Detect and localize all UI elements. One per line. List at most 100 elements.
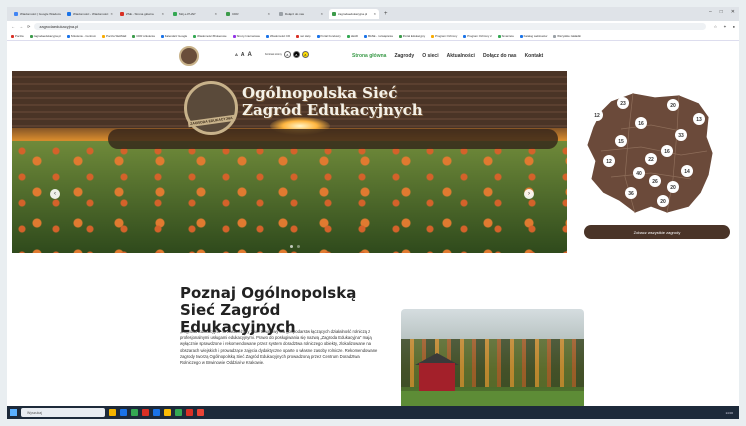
tab-favicon-icon: [332, 12, 336, 16]
region-count-badge[interactable]: 36: [625, 187, 637, 199]
slider-dot[interactable]: [290, 245, 293, 248]
bookmark-item[interactable]: net Help: [296, 34, 311, 38]
reload-icon[interactable]: ⟳: [27, 24, 30, 29]
bookmark-item[interactable]: Program Ochrony 2: [463, 34, 492, 38]
region-count-badge[interactable]: 20: [657, 195, 669, 207]
forward-icon[interactable]: →: [19, 24, 23, 29]
taskbar-app-icon[interactable]: [153, 409, 160, 416]
region-count-badge[interactable]: 12: [603, 155, 615, 167]
count-badge-value: 20: [670, 185, 676, 191]
region-count-badge[interactable]: 20: [667, 181, 679, 193]
bookmark-item[interactable]: Poczta: [11, 34, 24, 38]
browser-tab[interactable]: Mój e-PUAP ✕: [170, 9, 220, 19]
taskbar-app-icon[interactable]: [164, 409, 171, 416]
bookmark-item[interactable]: Szkolenie - Centrum: [66, 34, 96, 38]
extensions-icon[interactable]: ✦: [723, 24, 726, 29]
region-count-badge[interactable]: 16: [661, 145, 673, 157]
region-count-badge[interactable]: 23: [617, 97, 629, 109]
slider-dot[interactable]: [297, 245, 300, 248]
tab-close-icon[interactable]: ✕: [373, 12, 376, 16]
bookmark-item[interactable]: LEAD: [346, 34, 358, 38]
back-icon[interactable]: ←: [11, 24, 15, 29]
tab-close-icon[interactable]: ✕: [110, 12, 113, 16]
browser-tab[interactable]: Wiadomości | Google Wiadomości✕: [11, 9, 61, 19]
close-window-icon[interactable]: ✕: [731, 9, 735, 15]
browser-tab[interactable]: zagrodaedukacyjna.pl ✕: [329, 9, 379, 19]
maximize-icon[interactable]: □: [720, 9, 723, 15]
emblem-label: ZAGRODA EDUKACYJNA: [187, 114, 235, 128]
minimize-icon[interactable]: –: [709, 9, 712, 15]
region-count-badge[interactable]: 13: [693, 113, 705, 125]
menu-o-sieci[interactable]: O sieci: [422, 53, 438, 59]
font-large-button[interactable]: A: [248, 52, 252, 58]
menu-home[interactable]: Strona główna: [352, 53, 386, 59]
taskbar-search[interactable]: Wyszukaj: [21, 408, 105, 417]
tab-close-icon[interactable]: ✕: [267, 12, 270, 16]
bookmark-item[interactable]: Kalendarz Google: [160, 34, 187, 38]
site-logo[interactable]: [179, 46, 199, 66]
taskbar-app-icon[interactable]: [142, 409, 149, 416]
tab-title: Wiadomości - Wiadomości: [73, 12, 109, 16]
bookmark-item[interactable]: zagrodaedukacyjna.pl: [29, 34, 61, 38]
windows-start-icon[interactable]: [10, 409, 17, 416]
count-badge-value: 23: [620, 101, 626, 107]
region-count-badge[interactable]: 16: [635, 117, 647, 129]
font-medium-button[interactable]: A: [241, 52, 245, 58]
browser-tab[interactable]: CDR ✕: [223, 9, 273, 19]
region-count-badge[interactable]: 15: [615, 135, 627, 147]
region-count-badge[interactable]: 40: [633, 167, 645, 179]
taskbar-app-icon[interactable]: [175, 409, 182, 416]
region-count-badge[interactable]: 20: [667, 99, 679, 111]
bookmark-item[interactable]: Portal Edukacyjny: [398, 34, 425, 38]
bookmark-item[interactable]: Poczta WebMail: [102, 34, 126, 38]
contrast-default-button[interactable]: A: [283, 51, 291, 58]
menu-kontakt[interactable]: Kontakt: [525, 53, 544, 59]
taskbar-app-icon[interactable]: [120, 409, 127, 416]
contrast-yellow-button[interactable]: A: [301, 51, 309, 58]
contrast-controls: Kontrast strony A A A: [265, 51, 309, 58]
menu-zagrody[interactable]: Zagrody: [394, 53, 414, 59]
slider-prev-button[interactable]: ‹: [50, 189, 60, 199]
taskbar: Wyszukaj 14:00: [7, 406, 739, 419]
bookmark-item[interactable]: Katalog webinarów: [519, 34, 547, 38]
window-controls: – □ ✕: [709, 9, 735, 15]
region-count-badge[interactable]: 12: [591, 109, 603, 121]
browser-tab[interactable]: Dołącz do nas ✕: [276, 9, 326, 19]
bookmark-item[interactable]: Wiadomości CD: [266, 34, 290, 38]
see-all-farms-button[interactable]: Zobacz wszystkie zagrody: [584, 225, 730, 239]
slider-next-button[interactable]: ›: [524, 189, 534, 199]
bookmark-item[interactable]: Smarzeta: [497, 34, 514, 38]
bookmark-label: Poczta: [15, 34, 24, 38]
contrast-dark-button[interactable]: A: [292, 51, 300, 58]
tab-close-icon[interactable]: ✕: [161, 12, 164, 16]
region-count-badge[interactable]: 26: [649, 175, 661, 187]
region-count-badge[interactable]: 14: [681, 165, 693, 177]
bookmark-item[interactable]: Wiadomości Brokerowe: [193, 34, 227, 38]
tab-close-icon[interactable]: ✕: [320, 12, 323, 16]
poland-map[interactable]: 23 20 12 13 16 33 15 16 22 12 40 14 26 20 36 20: [581, 89, 717, 219]
tab-close-icon[interactable]: ✕: [214, 12, 217, 16]
taskbar-app-icon[interactable]: [186, 409, 193, 416]
clock[interactable]: 14:00: [725, 411, 733, 415]
browser-tab[interactable]: Wiadomości - Wiadomości ✕: [64, 9, 114, 19]
menu-aktualnosci[interactable]: Aktualności: [447, 53, 475, 59]
bookmark-item[interactable]: Portal Funduszy: [316, 34, 341, 38]
menu-dolacz[interactable]: Dołącz do nas: [483, 53, 517, 59]
taskbar-app-icon[interactable]: [131, 409, 138, 416]
bookmark-item[interactable]: BASE - rozwiązania: [364, 34, 393, 38]
count-badge-value: 26: [652, 179, 658, 185]
region-count-badge[interactable]: 33: [675, 129, 687, 141]
taskbar-app-icon[interactable]: [197, 409, 204, 416]
profile-icon[interactable]: ●: [733, 24, 735, 29]
url-field[interactable]: zagrodaedukacyjna.pl: [34, 23, 706, 30]
bookmark-item[interactable]: Strony Internetowe: [232, 34, 260, 38]
bookmark-item[interactable]: Program Ochrony: [431, 34, 457, 38]
bookmark-item[interactable]: CDR szkolenia: [132, 34, 155, 38]
bookmark-item[interactable]: Wszystkie zakładki: [553, 34, 581, 38]
browser-tab[interactable]: ZSE - Strona główna ✕: [117, 9, 167, 19]
taskbar-app-icon[interactable]: [109, 409, 116, 416]
new-tab-button[interactable]: +: [384, 11, 388, 17]
font-small-button[interactable]: A: [235, 52, 238, 58]
region-count-badge[interactable]: 22: [645, 153, 657, 165]
star-icon[interactable]: ☆: [714, 24, 718, 29]
